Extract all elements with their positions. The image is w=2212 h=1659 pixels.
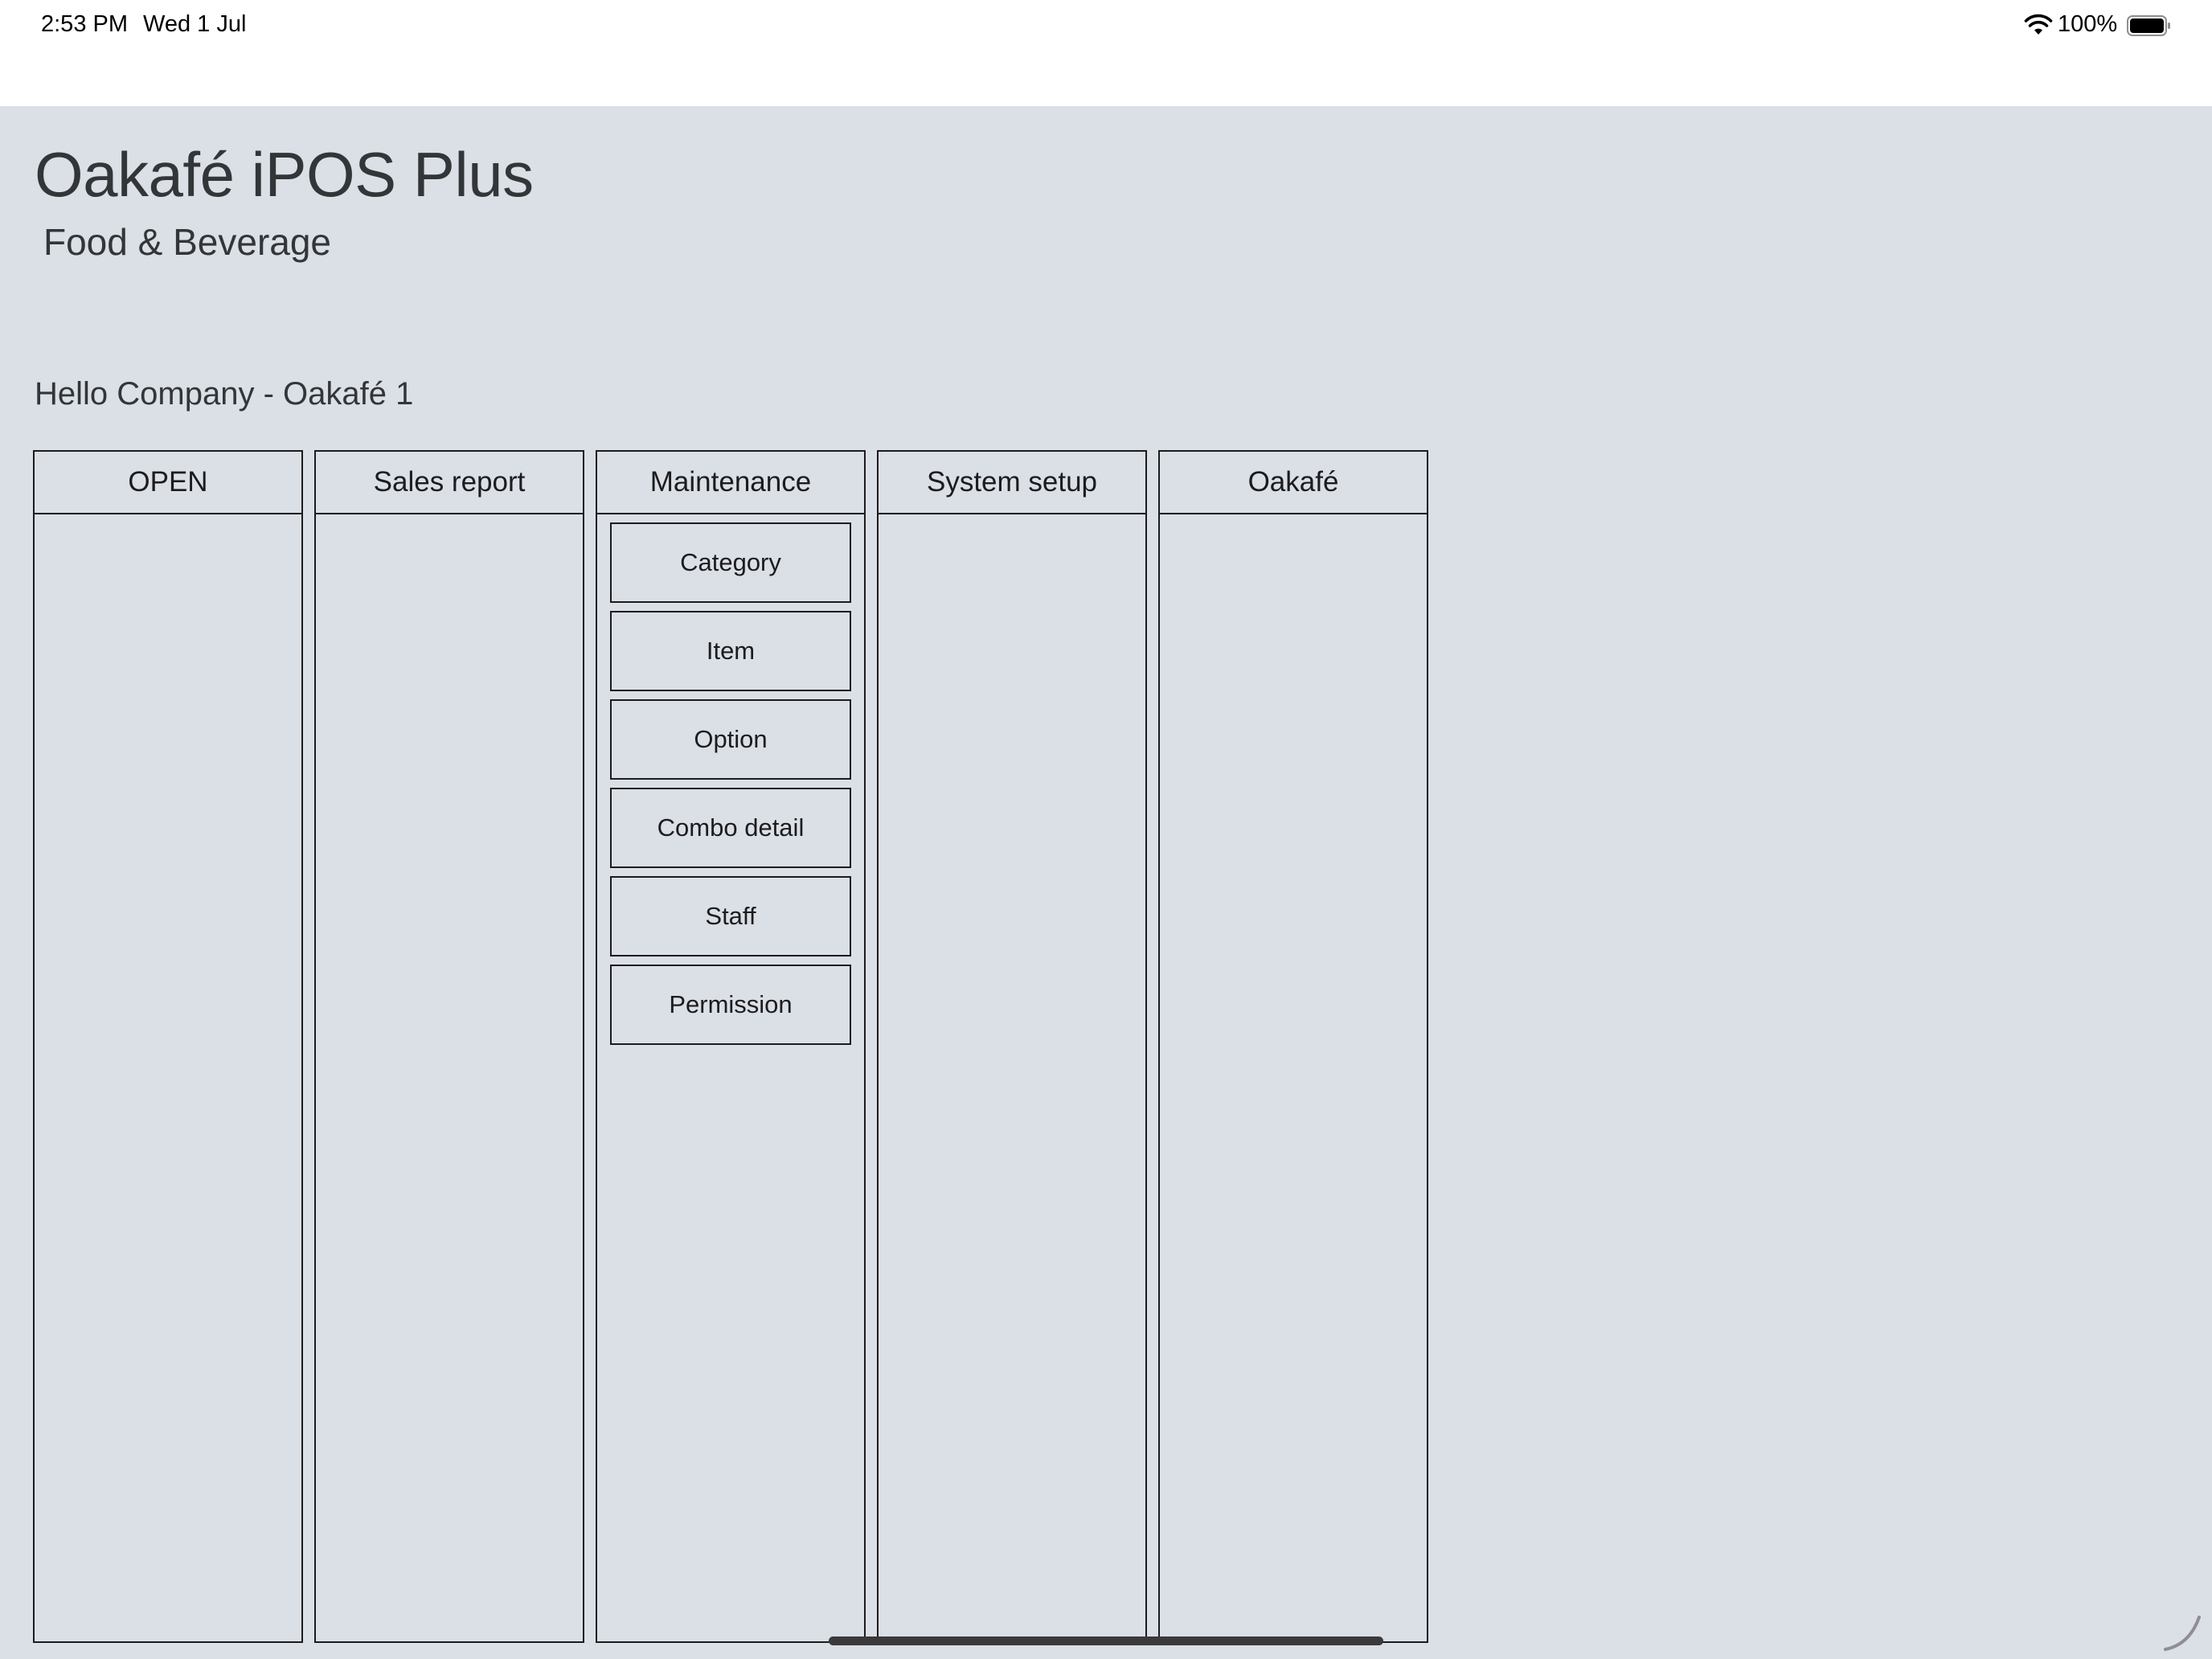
system-setup-button[interactable]: System setup xyxy=(879,452,1145,514)
app-title: Oakafé iPOS Plus xyxy=(35,139,534,210)
column-system-setup: System setup xyxy=(877,450,1147,1643)
option-button[interactable]: Option xyxy=(610,699,851,780)
oakafe-button[interactable]: Oakafé xyxy=(1160,452,1427,514)
sales-report-button[interactable]: Sales report xyxy=(316,452,583,514)
corner-handle-icon[interactable] xyxy=(2162,1612,2202,1653)
maintenance-submenu: Category Item Option Combo detail Staff … xyxy=(597,514,864,1053)
item-button[interactable]: Item xyxy=(610,611,851,691)
permission-button[interactable]: Permission xyxy=(610,965,851,1045)
home-indicator[interactable] xyxy=(829,1636,1383,1645)
wifi-icon xyxy=(2024,14,2053,35)
app-main: Oakafé iPOS Plus Food & Beverage Hello C… xyxy=(0,106,2212,1659)
category-button[interactable]: Category xyxy=(610,522,851,603)
greeting-text: Hello Company - Oakafé 1 xyxy=(35,376,414,412)
column-open: OPEN xyxy=(33,450,303,1643)
column-maintenance: Maintenance Category Item Option Combo d… xyxy=(596,450,866,1643)
column-oakafe: Oakafé xyxy=(1158,450,1428,1643)
status-bar: 2:53 PM Wed 1 Jul 100% xyxy=(0,0,2212,106)
status-date: Wed 1 Jul xyxy=(143,11,247,37)
battery-percent: 100% xyxy=(2058,11,2118,37)
column-sales-report: Sales report xyxy=(314,450,584,1643)
battery-icon xyxy=(2127,15,2170,36)
open-button[interactable]: OPEN xyxy=(35,452,301,514)
staff-button[interactable]: Staff xyxy=(610,876,851,956)
combo-detail-button[interactable]: Combo detail xyxy=(610,788,851,868)
app-subtitle: Food & Beverage xyxy=(43,221,332,263)
status-time: 2:53 PM xyxy=(41,11,128,37)
maintenance-button[interactable]: Maintenance xyxy=(597,452,864,514)
